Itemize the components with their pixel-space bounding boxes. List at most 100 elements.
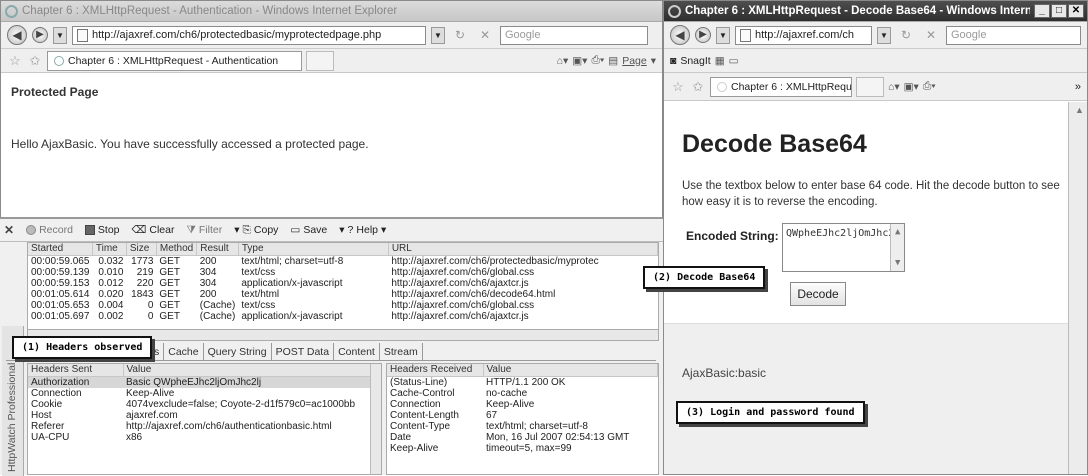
log-col-started[interactable]: Started <box>28 243 93 256</box>
forward-button[interactable]: ▶ <box>32 27 48 43</box>
print-icon[interactable]: ⎙▾ <box>591 54 604 67</box>
log-cell-result: 200 <box>199 288 217 300</box>
left-url-field[interactable]: http://ajaxref.com/ch6/protectedbasic/my… <box>72 25 426 45</box>
stop-button[interactable]: Stop <box>81 224 124 236</box>
log-col-type[interactable]: Type <box>238 243 389 256</box>
save-button[interactable]: ▭ Save <box>286 224 331 236</box>
log-row[interactable]: 00:00:59.139 0.010 219 GET 304 text/css http:/… <box>28 267 658 278</box>
sent-header-row[interactable]: Cookie 4074vexclude=false; Coyote-2-d1f57… <box>28 399 381 410</box>
new-tab-button[interactable] <box>306 50 334 71</box>
log-col-result[interactable]: Result <box>196 243 239 256</box>
print-icon[interactable]: ⎙▾ <box>923 80 936 93</box>
sent-header-row[interactable]: UA-CPU x86 <box>28 432 381 443</box>
detail-tab-post-data[interactable]: POST Data <box>272 342 335 361</box>
nav-history-dropdown[interactable]: ▼ <box>716 26 730 44</box>
request-log-table[interactable]: Started Time Size Method Result Type URL 00:00… <box>27 242 659 330</box>
minimize-button[interactable]: _ <box>1034 4 1050 18</box>
snagit-window-icon[interactable]: ▭ <box>729 55 739 67</box>
record-button[interactable]: Record <box>22 224 77 236</box>
decode-button[interactable]: Decode <box>790 282 846 306</box>
received-header-row[interactable]: Content-Type text/html; charset=utf-8 <box>387 421 658 432</box>
received-header-row[interactable]: Connection Keep-Alive <box>387 399 658 410</box>
snagit-tool-icon[interactable]: ▦ <box>715 55 725 67</box>
left-active-tab[interactable]: Chapter 6 : XMLHttpRequest - Authenticat… <box>47 50 302 71</box>
more-chevron-icon[interactable]: » <box>1075 81 1081 93</box>
log-cell-type: text/css <box>241 299 276 311</box>
back-button[interactable]: ◀ <box>670 25 690 45</box>
headers-sent-value-col[interactable]: Value <box>123 364 381 377</box>
right-search-input[interactable]: Google <box>945 25 1081 45</box>
back-button[interactable]: ◀ <box>7 25 27 45</box>
log-col-time[interactable]: Time <box>92 243 127 256</box>
detail-tab-content[interactable]: Content <box>334 342 380 361</box>
home-icon[interactable]: ⌂▾ <box>557 55 569 67</box>
log-row[interactable]: 00:00:59.065 0.032 1773 GET 200 text/html; ch… <box>28 255 658 267</box>
close-icon[interactable]: ✕ <box>4 223 14 237</box>
clear-button[interactable]: ⌫ Clear <box>128 224 179 236</box>
right-page-scrollbar[interactable]: ▲ <box>1068 102 1087 474</box>
received-header-row[interactable]: Content-Length 67 <box>387 410 658 421</box>
headers-sent-scrollbar[interactable] <box>370 364 381 474</box>
add-favorites-icon[interactable]: ✩ <box>690 79 706 95</box>
refresh-icon[interactable]: ↻ <box>450 26 470 44</box>
encoded-string-textarea[interactable]: QWpheEJhc2ljOmJhc2lj ▲ ▼ <box>782 223 905 272</box>
log-cell-time: 0.032 <box>98 255 124 267</box>
log-col-method[interactable]: Method <box>156 243 198 256</box>
favorites-star-icon[interactable]: ☆ <box>670 79 686 95</box>
right-url-field[interactable]: http://ajaxref.com/ch <box>735 25 872 45</box>
right-active-tab[interactable]: Chapter 6 : XMLHttpRequ... <box>710 76 852 97</box>
callout-decode-base64: (2) Decode Base64 <box>643 266 766 289</box>
received-header-row[interactable]: Date Mon, 16 Jul 2007 02:54:13 GMT <box>387 432 658 443</box>
help-button[interactable]: ▾? Help ▾ <box>335 224 390 236</box>
stop-icon[interactable]: ✕ <box>475 26 495 44</box>
new-tab-button[interactable] <box>856 76 884 97</box>
detail-tab-cache[interactable]: Cache <box>164 342 204 361</box>
log-row[interactable]: 00:01:05.697 0.002 0 GET (Cache) application/… <box>28 311 658 322</box>
right-url-text: http://ajaxref.com/ch <box>755 29 855 41</box>
add-favorites-icon[interactable]: ✩ <box>27 53 43 69</box>
forward-button[interactable]: ▶ <box>695 27 711 43</box>
protected-page-heading: Protected Page <box>11 85 99 99</box>
log-cell-type: text/html; charset=utf-8 <box>241 255 344 267</box>
url-dropdown-button[interactable]: ▼ <box>876 26 891 44</box>
maximize-button[interactable]: □ <box>1051 4 1067 18</box>
log-cell-method: GET <box>159 255 180 267</box>
log-col-url[interactable]: URL <box>388 243 658 256</box>
sent-header-row[interactable]: Authorization Basic QWpheEJhc2ljOmJhc2lj <box>28 376 381 388</box>
nav-history-dropdown[interactable]: ▼ <box>53 26 67 44</box>
log-cell-result: (Cache) <box>199 310 236 322</box>
sent-header-row[interactable]: Referer http://ajaxref.com/ch6/authentica… <box>28 421 381 432</box>
favorites-star-icon[interactable]: ☆ <box>7 53 23 69</box>
log-row[interactable]: 00:01:05.614 0.020 1843 GET 200 text/html http… <box>28 289 658 300</box>
log-cell-method: GET <box>159 310 180 322</box>
detail-tab-query-string[interactable]: Query String <box>204 342 272 361</box>
log-cell-method: GET <box>159 299 180 311</box>
copy-button[interactable]: ▾ ⎘ Copy <box>230 224 282 237</box>
textarea-scrollbar[interactable]: ▲ ▼ <box>890 224 904 271</box>
refresh-icon[interactable]: ↻ <box>896 26 916 44</box>
close-window-button[interactable]: ✕ <box>1068 4 1084 18</box>
filter-button[interactable]: ⧩ Filter <box>182 224 226 237</box>
headers-sent-col[interactable]: Headers Sent <box>28 364 124 377</box>
received-header-row[interactable]: (Status-Line) HTTP/1.1 200 OK <box>387 376 658 388</box>
headers-received-col[interactable]: Headers Received <box>387 364 484 377</box>
feeds-icon[interactable]: ▣▾ <box>572 55 587 67</box>
snagit-button[interactable]: ◙ SnagIt <box>670 55 711 67</box>
headers-received-value-col[interactable]: Value <box>483 364 658 377</box>
log-row[interactable]: 00:00:59.153 0.012 220 GET 304 application/x-… <box>28 278 658 289</box>
log-col-size[interactable]: Size <box>126 243 157 256</box>
log-cell-method: GET <box>159 277 180 289</box>
detail-tab-stream[interactable]: Stream <box>380 342 423 361</box>
left-search-input[interactable]: Google <box>500 25 648 45</box>
url-dropdown-button[interactable]: ▼ <box>431 26 445 44</box>
sent-header-row[interactable]: Connection Keep-Alive <box>28 388 381 399</box>
sent-header-row[interactable]: Host ajaxref.com <box>28 410 381 421</box>
stop-icon[interactable]: ✕ <box>921 26 941 44</box>
left-address-bar: ◀ ▶ ▼ http://ajaxref.com/ch6/protectedba… <box>1 22 662 49</box>
received-header-row[interactable]: Keep-Alive timeout=5, max=99 <box>387 443 658 454</box>
feeds-icon[interactable]: ▣▾ <box>904 81 919 93</box>
received-header-row[interactable]: Cache-Control no-cache <box>387 388 658 399</box>
log-row[interactable]: 00:01:05.653 0.004 0 GET (Cache) text/css http… <box>28 300 658 311</box>
home-icon[interactable]: ⌂▾ <box>888 81 900 93</box>
page-menu[interactable]: Page <box>622 55 647 67</box>
